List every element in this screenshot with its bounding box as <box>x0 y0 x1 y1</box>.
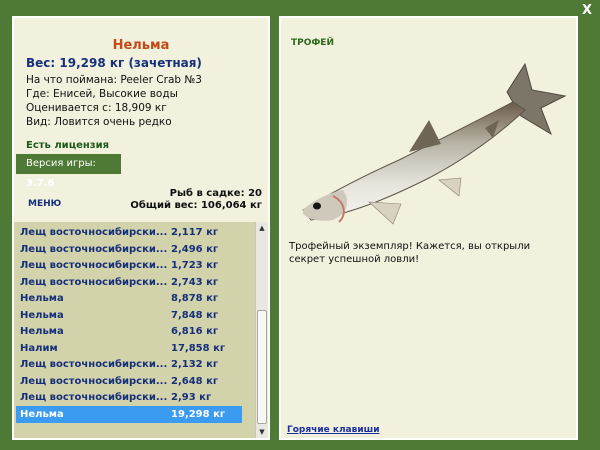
trophy-panel: ТРОФЕЙ Трофейный экземпляр! Кажется, вы … <box>279 16 578 440</box>
trophy-message: Трофейный экземпляр! Кажется, вы открыли… <box>289 241 531 265</box>
fish-list-name: Нельма <box>20 309 64 321</box>
fish-list-row[interactable]: Лещ восточносибирски... 2,496 кг <box>16 241 242 258</box>
fish-list-name: Лещ восточносибирски... <box>20 276 168 288</box>
fish-list-row[interactable]: Лещ восточносибирски... 2,93 кг <box>16 389 242 406</box>
fish-list-weight: 2,117 кг <box>171 227 219 238</box>
fish-list-row[interactable]: Нельма 8,878 кг <box>16 290 242 307</box>
location-info: Где: Енисей, Высокие воды <box>26 88 178 100</box>
version-label: Версия игры: <box>26 158 96 169</box>
fish-list-weight: 17,858 кг <box>171 342 226 354</box>
fish-name: Нельма <box>112 38 170 53</box>
fish-list-row[interactable]: Нельма 6,816 кг <box>16 323 242 340</box>
fish-list-row[interactable]: Лещ восточносибирски... 2,132 кг <box>16 356 242 373</box>
fish-list-weight: 2,648 кг <box>171 375 219 387</box>
hotkeys-link[interactable]: Горячие клавиши <box>287 425 380 435</box>
version-bar: Версия игры: 3.7.6 <box>16 154 121 189</box>
fish-list-name: Лещ восточносибирски... <box>20 260 168 271</box>
fish-list-weight: 19,298 кг <box>171 408 226 420</box>
fish-list-name: Нельма <box>20 293 64 304</box>
fish-list-weight: 2,496 кг <box>171 243 219 255</box>
fish-list-row[interactable]: Нельма 7,848 кг <box>16 307 242 324</box>
fish-list-name: Лещ восточносибирски... <box>20 359 168 370</box>
fish-weight: Вес: 19,298 кг (зачетная) <box>26 56 202 70</box>
fish-count: Рыб в садке: 20 <box>169 188 262 199</box>
total-weight: Общий вес: 106,064 кг <box>130 200 262 211</box>
fish-image <box>302 62 567 225</box>
scrollbar-thumb[interactable] <box>257 310 267 424</box>
menu-button[interactable]: МЕНЮ <box>28 199 61 209</box>
fish-list-row[interactable]: Лещ восточносибирски... 2,648 кг <box>16 373 242 390</box>
fish-list-row[interactable]: Лещ восточносибирски... 2,743 кг <box>16 274 242 291</box>
close-icon[interactable]: X <box>580 4 594 18</box>
fish-list-weight: 1,723 кг <box>171 260 219 271</box>
fish-list-name: Лещ восточносибирски... <box>20 375 168 387</box>
fish-list-row[interactable]: Лещ восточносибирски... 1,723 кг <box>16 257 242 274</box>
scrollbar[interactable]: ▲ ▼ <box>255 222 268 438</box>
fish-list-row[interactable]: Нельма 19,298 кг <box>16 405 242 423</box>
fish-list-weight: 6,816 кг <box>171 326 219 337</box>
fish-list-row[interactable]: Лещ восточносибирски... 2,117 кг <box>16 224 242 241</box>
fish-list-name: Нельма <box>20 408 64 420</box>
version-value: 3.7.6 <box>26 178 55 189</box>
catch-details-panel: Нельма Вес: 19,298 кг (зачетная) На что … <box>12 16 270 440</box>
fish-list[interactable]: Лещ восточносибирски... 2,117 кг Лещ восто… <box>14 222 268 438</box>
trophy-label: ТРОФЕЙ <box>291 38 334 48</box>
fish-list-name: Лещ восточносибирски... <box>20 392 168 403</box>
scroll-up-arrow-icon[interactable]: ▲ <box>256 222 268 234</box>
fish-list-name: Налим <box>20 342 58 354</box>
rarity-info: Вид: Ловится очень редко <box>26 116 172 128</box>
scroll-down-arrow-icon[interactable]: ▼ <box>256 426 268 438</box>
fish-list-name: Лещ восточносибирски... <box>20 227 168 238</box>
fish-list-name: Нельма <box>20 326 64 337</box>
value-info: Оценивается с: 18,909 кг <box>26 102 167 114</box>
fish-list-weight: 2,132 кг <box>171 359 219 370</box>
license-status: Есть лицензия <box>26 140 110 151</box>
bait-info: На что поймана: Peeler Crab №3 <box>26 74 202 86</box>
fish-list-weight: 2,93 кг <box>171 392 212 403</box>
fish-list-weight: 8,878 кг <box>171 293 219 304</box>
fish-list-row[interactable]: Налим 17,858 кг <box>16 340 242 357</box>
fish-list-weight: 7,848 кг <box>171 309 219 321</box>
fish-list-name: Лещ восточносибирски... <box>20 243 168 255</box>
fish-list-weight: 2,743 кг <box>171 276 219 288</box>
